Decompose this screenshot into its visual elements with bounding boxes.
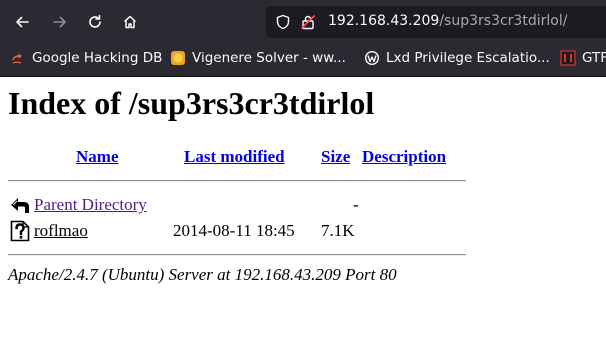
url-text[interactable]: 192.168.43.209/sup3rs3cr3tdirlol/ xyxy=(328,13,567,29)
shield-icon[interactable] xyxy=(275,14,291,30)
bookmark-gtfobins[interactable]: GTF xyxy=(560,50,606,66)
table-cell-size: 7.1K xyxy=(321,221,355,240)
column-header-size[interactable]: Size xyxy=(321,147,350,167)
home-icon xyxy=(123,15,137,29)
column-header-description[interactable]: Description xyxy=(362,147,446,167)
table-divider-bottom xyxy=(8,254,466,256)
bookmark-vigenere-solver[interactable]: Vigenere Solver - ww... xyxy=(170,50,346,66)
table-cell-size: - xyxy=(353,195,359,214)
bookmarks-toolbar: Google Hacking DB Vigenere Solver - ww..… xyxy=(0,42,606,77)
back-arrow-icon xyxy=(16,16,29,28)
address-bar[interactable]: 192.168.43.209/sup3rs3cr3tdirlol/ xyxy=(266,6,606,38)
reload-button[interactable] xyxy=(81,8,109,36)
url-path: /sup3rs3cr3tdirlol/ xyxy=(439,13,568,29)
server-signature: Apache/2.4.7 (Ubuntu) Server at 192.168.… xyxy=(8,265,397,284)
forward-button[interactable] xyxy=(46,8,74,36)
table-cell-last-modified: 2014-08-11 18:45 xyxy=(173,221,295,240)
back-button[interactable] xyxy=(8,8,36,36)
bookmark-lxd-privilege-escalation[interactable]: Lxd Privilege Escalatio... xyxy=(364,50,550,66)
home-button[interactable] xyxy=(116,8,144,36)
reload-icon xyxy=(89,14,101,28)
bookmark-label: Lxd Privilege Escalatio... xyxy=(386,50,550,66)
bookmark-label: Google Hacking DB xyxy=(32,50,163,66)
bookmark-label: Vigenere Solver - ww... xyxy=(192,50,346,66)
forward-arrow-icon xyxy=(53,16,66,28)
gtfobins-favicon-icon xyxy=(560,50,576,66)
bookmark-label: GTF xyxy=(582,50,606,66)
insecure-lock-icon[interactable] xyxy=(300,14,316,30)
browser-toolbar: 192.168.43.209/sup3rs3cr3tdirlol/ xyxy=(0,0,606,42)
wordpress-favicon-icon xyxy=(365,51,379,65)
bookmark-google-hacking-db[interactable]: Google Hacking DB xyxy=(10,50,162,66)
url-host: 192.168.43.209 xyxy=(328,13,440,29)
table-row-link[interactable]: roflmao xyxy=(34,221,88,241)
unknown-file-icon xyxy=(10,220,30,242)
vigenere-favicon-icon xyxy=(171,51,185,65)
exploit-db-favicon-icon xyxy=(12,53,22,64)
column-header-name[interactable]: Name xyxy=(76,147,118,167)
back-arrow-icon xyxy=(11,198,29,213)
page-title: Index of /sup3rs3cr3tdirlol xyxy=(8,85,375,121)
table-divider-top xyxy=(8,180,466,182)
table-row-link[interactable]: Parent Directory xyxy=(34,195,147,215)
column-header-last-modified[interactable]: Last modified xyxy=(184,147,285,167)
